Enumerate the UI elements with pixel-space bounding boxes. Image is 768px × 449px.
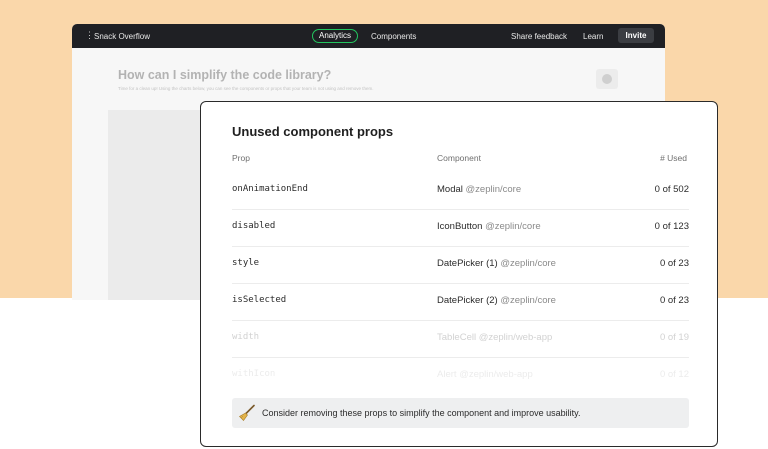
- tab-analytics[interactable]: Analytics: [312, 29, 359, 43]
- component-name: DatePicker (1) @zeplin/core: [437, 258, 556, 269]
- prop-name: style: [232, 258, 260, 268]
- package-name: @zeplin/web-app: [459, 369, 533, 380]
- package-name: @zeplin/core: [465, 184, 522, 195]
- used-count: 0 of 23: [659, 295, 689, 306]
- package-name: @zeplin/core: [485, 221, 541, 232]
- table-row[interactable]: withIcon Alert @zeplin/web-app 0 of 12: [232, 357, 689, 394]
- component-name: IconButton @zeplin/core: [437, 221, 541, 232]
- prop-name: onAnimationEnd: [232, 184, 308, 194]
- broom-icon: [239, 404, 255, 421]
- learn-link[interactable]: Learn: [583, 32, 603, 41]
- unused-props-card: Unused component props Prop Component # …: [200, 101, 718, 447]
- card-title: Unused component props: [232, 124, 394, 139]
- package-name: @zeplin/web-app: [478, 332, 553, 343]
- tip-banner: Consider removing these props to simplif…: [232, 398, 689, 428]
- column-header-used: # Used: [660, 153, 687, 163]
- used-count: 0 of 23: [659, 258, 689, 269]
- used-count: 0 of 502: [654, 184, 689, 195]
- invite-button[interactable]: Invite: [618, 28, 654, 43]
- kebab-menu-icon[interactable]: ⋮: [85, 30, 94, 41]
- prop-name: disabled: [232, 221, 276, 231]
- prop-name: withIcon: [232, 369, 276, 379]
- prop-name: isSelected: [232, 295, 287, 305]
- play-button[interactable]: [596, 69, 618, 89]
- top-bar: ⋮ Snack Overflow Analytics Components Sh…: [72, 24, 665, 48]
- package-name: @zeplin/core: [500, 258, 556, 269]
- page-heading: How can I simplify the code library?: [118, 68, 332, 82]
- component-name: Alert @zeplin/web-app: [437, 369, 533, 380]
- page-subtext: Time for a clean up! Using the charts be…: [118, 86, 374, 91]
- prop-name: width: [232, 332, 260, 342]
- table-row[interactable]: onAnimationEnd Modal @zeplin/core 0 of 5…: [232, 172, 689, 210]
- component-name: TableCell @zeplin/web-app: [437, 332, 553, 343]
- play-icon: [602, 74, 612, 84]
- used-count: 0 of 12: [659, 369, 689, 380]
- table-row[interactable]: style DatePicker (1) @zeplin/core 0 of 2…: [232, 246, 689, 284]
- table-row[interactable]: disabled IconButton @zeplin/core 0 of 12…: [232, 209, 689, 247]
- app-name[interactable]: Snack Overflow: [94, 32, 150, 41]
- used-count: 0 of 19: [659, 332, 689, 343]
- column-header-component: Component: [437, 153, 481, 163]
- tab-components[interactable]: Components: [371, 32, 416, 41]
- tip-text: Consider removing these props to simplif…: [262, 408, 581, 418]
- table-row[interactable]: isSelected DatePicker (2) @zeplin/core 0…: [232, 283, 689, 321]
- package-name: @zeplin/core: [500, 295, 556, 306]
- component-name: DatePicker (2) @zeplin/core: [437, 295, 556, 306]
- column-header-prop: Prop: [232, 153, 250, 163]
- component-name: Modal @zeplin/core: [437, 184, 522, 195]
- used-count: 0 of 123: [654, 221, 689, 232]
- share-feedback-link[interactable]: Share feedback: [511, 32, 567, 41]
- table-row[interactable]: width TableCell @zeplin/web-app 0 of 19: [232, 320, 689, 358]
